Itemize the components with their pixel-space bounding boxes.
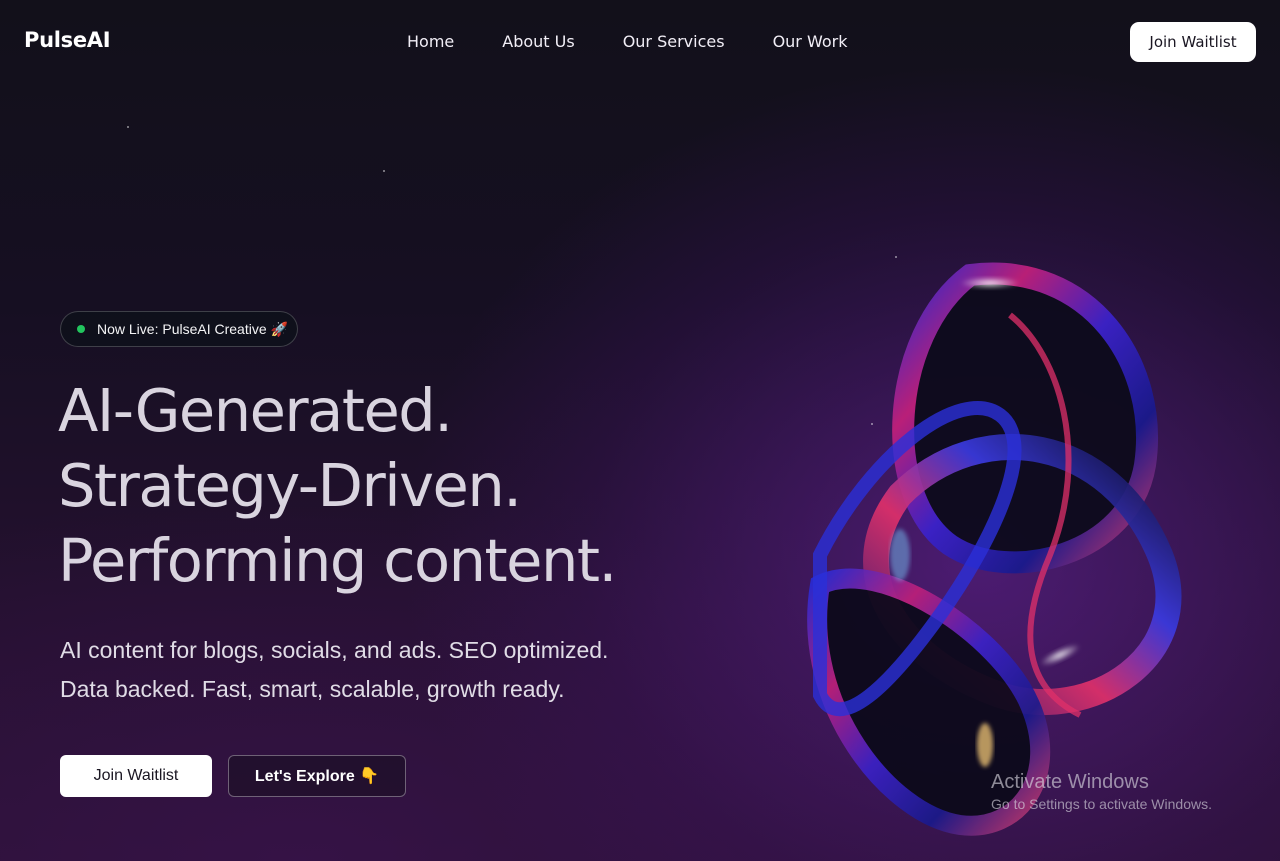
abstract-3d-ring-icon xyxy=(807,262,1182,836)
join-waitlist-button[interactable]: Join Waitlist xyxy=(60,755,212,797)
hero-headline: AI-Generated. Strategy-Driven. Performin… xyxy=(58,373,617,598)
nav-link-our-services[interactable]: Our Services xyxy=(623,32,725,51)
join-waitlist-nav-button[interactable]: Join Waitlist xyxy=(1130,22,1256,62)
subtext-line-1: AI content for blogs, socials, and ads. … xyxy=(60,637,609,663)
nav-link-about-us[interactable]: About Us xyxy=(502,32,574,51)
status-dot-icon xyxy=(77,325,85,333)
background-star xyxy=(127,126,129,128)
nav-link-our-work[interactable]: Our Work xyxy=(773,32,848,51)
background-star xyxy=(383,170,385,172)
top-navigation: PulseAI Home About Us Our Services Our W… xyxy=(0,0,1280,84)
watermark-title: Activate Windows xyxy=(991,771,1149,793)
watermark-subtitle: Go to Settings to activate Windows. xyxy=(991,796,1212,812)
windows-activation-watermark: Activate Windows Go to Settings to activ… xyxy=(991,770,1212,814)
brand-logo[interactable]: PulseAI xyxy=(24,28,111,52)
badge-text: Now Live: PulseAI Creative 🚀 xyxy=(97,320,288,337)
announcement-badge[interactable]: Now Live: PulseAI Creative 🚀 xyxy=(60,311,298,347)
nav-link-home[interactable]: Home xyxy=(407,32,454,51)
lets-explore-button[interactable]: Let's Explore 👇 xyxy=(228,755,406,797)
hero-subtext: AI content for blogs, socials, and ads. … xyxy=(60,631,608,709)
headline-line-1: AI-Generated. xyxy=(58,376,453,445)
subtext-line-2: Data backed. Fast, smart, scalable, grow… xyxy=(60,676,565,702)
nav-links: Home About Us Our Services Our Work xyxy=(407,32,847,51)
headline-line-3: Performing content. xyxy=(58,526,617,595)
headline-line-2: Strategy-Driven. xyxy=(58,451,522,520)
